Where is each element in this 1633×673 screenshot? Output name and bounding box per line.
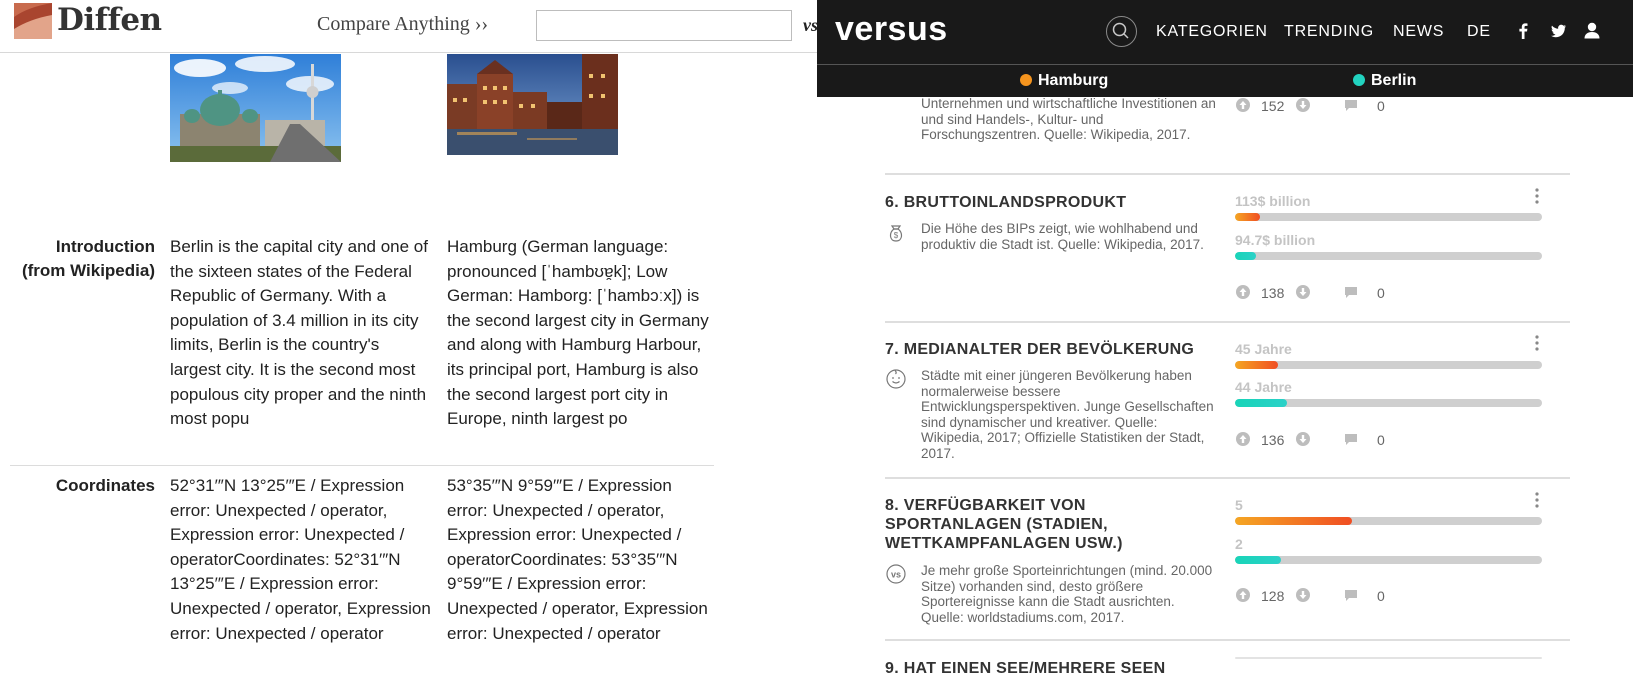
vote-count: 128	[1261, 588, 1285, 604]
coordinates-label: Coordinates	[55, 476, 155, 495]
section-8-bar-hamburg	[1235, 517, 1542, 525]
comment-count: 0	[1377, 432, 1385, 448]
compare-subbar: Hamburg Berlin	[817, 64, 1633, 97]
diffen-page: Diffen Compare Anything ›› vs Introducti…	[0, 0, 817, 673]
comment-icon[interactable]	[1343, 97, 1359, 113]
upvote-icon[interactable]	[1235, 587, 1251, 603]
section-6-description: Die Höhe des BIPs zeigt, wie wohlhabend …	[921, 221, 1204, 252]
vs-label: vs	[803, 15, 817, 35]
facebook-icon[interactable]	[1512, 20, 1534, 42]
comment-count: 0	[1377, 98, 1385, 114]
bar-fill-hamburg	[1235, 213, 1260, 221]
section-divider	[885, 639, 1570, 641]
more-options-icon[interactable]	[1534, 491, 1540, 509]
section-6-value-berlin: 94.7$ billion	[1235, 232, 1316, 248]
language-selector[interactable]: DE	[1467, 23, 1491, 41]
money-bag-icon: $	[889, 225, 903, 242]
section-8-value-hamburg: 5	[1235, 497, 1243, 513]
diffen-logo[interactable]: Diffen	[57, 2, 162, 38]
svg-text:$: $	[894, 231, 899, 240]
bar-fill-hamburg	[1235, 517, 1352, 525]
comment-count: 0	[1377, 285, 1385, 301]
introduction-berlin-text: Berlin is the capital city and one of th…	[170, 237, 428, 429]
section-7-value-berlin: 44 Jahre	[1235, 379, 1292, 395]
nav-news[interactable]: NEWS	[1393, 23, 1444, 41]
vote-count: 136	[1261, 432, 1285, 448]
vs-badge-icon: vs	[886, 564, 906, 584]
bar-fill-berlin	[1235, 399, 1288, 407]
section-divider	[885, 321, 1570, 323]
user-icon[interactable]	[1581, 20, 1603, 42]
downvote-icon[interactable]	[1295, 431, 1311, 447]
section-7-description: Städte mit einer jüngeren Bevölkerung ha…	[921, 368, 1214, 461]
twitter-icon[interactable]	[1547, 20, 1569, 42]
section-6-bar-berlin	[1235, 252, 1542, 260]
hamburg-color-dot	[1020, 74, 1032, 86]
vote-count: 138	[1261, 285, 1285, 301]
city-tab-berlin[interactable]: Berlin	[1353, 72, 1416, 90]
versus-page: versus KATEGORIEN TRENDING NEWS DE Hambu…	[817, 0, 1633, 673]
comment-icon[interactable]	[1343, 284, 1359, 300]
introduction-label: Introduction (from Wikipedia)	[21, 237, 155, 280]
comment-count: 0	[1377, 588, 1385, 604]
versus-logo[interactable]: versus	[835, 10, 948, 49]
more-options-icon[interactable]	[1534, 187, 1540, 205]
section-8-title[interactable]: 8. VERFÜGBARKEIT VON SPORTANLAGEN (STADI…	[885, 496, 1215, 553]
section-divider	[885, 173, 1570, 175]
search-button[interactable]	[1106, 16, 1137, 47]
section-divider	[885, 477, 1570, 479]
diffen-header: Diffen Compare Anything ›› vs	[0, 0, 817, 53]
section-7-bar-berlin	[1235, 399, 1542, 407]
city-tab-berlin-label: Berlin	[1371, 72, 1417, 89]
comment-icon[interactable]	[1343, 431, 1359, 447]
versus-topbar: versus KATEGORIEN TRENDING NEWS DE	[817, 0, 1633, 64]
section-7-bar-hamburg	[1235, 361, 1542, 369]
section-6-title[interactable]: 6. BRUTTOINLANDSPRODUKT	[885, 193, 1215, 212]
section-6-value-hamburg: 113$ billion	[1235, 193, 1311, 209]
section-9-partial	[1235, 657, 1542, 659]
section-7-value-hamburg: 45 Jahre	[1235, 341, 1292, 357]
downvote-icon[interactable]	[1295, 587, 1311, 603]
downvote-icon[interactable]	[1295, 284, 1311, 300]
nav-kategorien[interactable]: KATEGORIEN	[1156, 23, 1268, 41]
berlin-color-dot	[1353, 74, 1365, 86]
vote-count: 152	[1261, 98, 1285, 114]
compare-anything-link[interactable]: Compare Anything ››	[317, 13, 488, 36]
section-5-description: Unternehmen und wirtschaftliche Investit…	[921, 96, 1216, 143]
more-options-icon[interactable]	[1534, 334, 1540, 352]
section-7-title[interactable]: 7. MEDIANALTER DER BEVÖLKERUNG	[885, 340, 1215, 359]
bar-fill-berlin	[1235, 252, 1257, 260]
baby-face-icon	[886, 369, 906, 389]
upvote-icon[interactable]	[1235, 284, 1251, 300]
diffen-logo-icon[interactable]	[14, 3, 52, 39]
nav-trending[interactable]: TRENDING	[1284, 23, 1374, 41]
upvote-icon[interactable]	[1235, 97, 1251, 113]
section-8-value-berlin: 2	[1235, 536, 1243, 552]
comment-icon[interactable]	[1343, 587, 1359, 603]
berlin-photo	[170, 54, 341, 162]
section-9-title[interactable]: 9. HAT EINEN SEE/MEHRERE SEEN	[885, 659, 1285, 673]
introduction-hamburg-text: Hamburg (German language: pronounced [ˈh…	[447, 237, 709, 429]
upvote-icon[interactable]	[1235, 431, 1251, 447]
section-8-description: Je mehr große Sporteinrichtungen (mind. …	[921, 563, 1213, 625]
section-6-bar-hamburg	[1235, 213, 1542, 221]
hamburg-photo	[447, 54, 618, 155]
row-divider	[10, 465, 714, 466]
downvote-icon[interactable]	[1295, 97, 1311, 113]
coordinates-hamburg-text: 53°35′″N 9°59′″E / Expression error: Une…	[447, 476, 708, 643]
city-tab-hamburg[interactable]: Hamburg	[1020, 72, 1108, 90]
bar-fill-berlin	[1235, 556, 1282, 564]
coordinates-berlin-text: 52°31′″N 13°25′″E / Expression error: Un…	[170, 476, 431, 643]
city-tab-hamburg-label: Hamburg	[1038, 72, 1109, 89]
svg-text:vs: vs	[891, 570, 901, 580]
search-icon	[1112, 22, 1129, 39]
bar-fill-hamburg	[1235, 361, 1278, 369]
section-8-bar-berlin	[1235, 556, 1542, 564]
compare-search-input[interactable]	[536, 10, 792, 41]
